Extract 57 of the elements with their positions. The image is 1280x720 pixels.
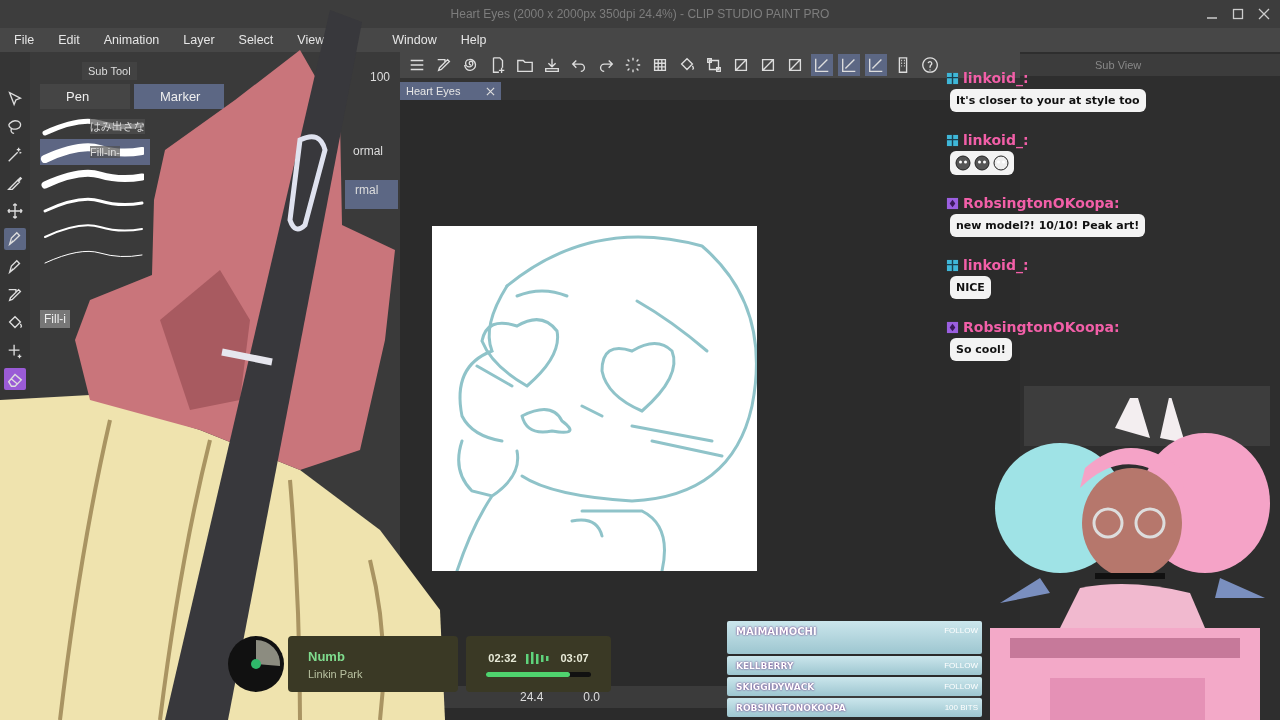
emote-icon xyxy=(974,155,990,171)
emote-icon xyxy=(993,155,1009,171)
menu-item[interactable]: Layer xyxy=(183,33,215,47)
help-icon[interactable] xyxy=(919,54,941,76)
menu-item[interactable]: Select xyxy=(238,33,274,47)
chat-username: linkoid_: xyxy=(963,132,1029,148)
brush-item[interactable]: はみ出さな xyxy=(40,113,150,139)
zoom-value[interactable]: 24.4 xyxy=(520,690,544,704)
follower-name: ROBSINGTONOKOOPA xyxy=(736,702,846,713)
move-icon[interactable] xyxy=(4,200,26,222)
layer-name[interactable]: Fill-i xyxy=(40,310,70,328)
emote-icon xyxy=(955,155,971,171)
panel-tab[interactable]: Sub Tool xyxy=(82,62,137,80)
eraser-icon[interactable] xyxy=(4,368,26,390)
menu-item[interactable]: File xyxy=(14,33,35,47)
opacity-value[interactable]: 100 xyxy=(369,70,390,84)
follower-name: SKIGGIDYWACK xyxy=(736,681,815,692)
brush-category-tab[interactable]: Pen xyxy=(40,84,130,109)
elapsed-time: 02:32 xyxy=(488,651,517,664)
chat-username: RobsingtonOKoopa: xyxy=(963,195,1120,211)
alert-type: FOLLOW xyxy=(944,682,978,691)
ruler-icon[interactable] xyxy=(811,54,833,76)
close-icon[interactable] xyxy=(1258,8,1270,20)
chat-username: linkoid_: xyxy=(963,257,1029,273)
rotation-value[interactable]: 0.0 xyxy=(583,690,601,704)
follower-name: KELLBERRY xyxy=(736,660,794,671)
canvas-tab[interactable]: Heart Eyes xyxy=(400,82,502,100)
ruler-icon[interactable] xyxy=(865,54,887,76)
diamond-badge-icon xyxy=(946,196,959,210)
chat-message: NICE xyxy=(950,276,991,299)
chat-username: linkoid_: xyxy=(963,70,1029,86)
ruler-icon[interactable] xyxy=(838,54,860,76)
song-artist: Linkin Park xyxy=(308,667,364,680)
alert-type: FOLLOW xyxy=(944,626,978,635)
total-time: 03:07 xyxy=(560,651,589,664)
menu-item[interactable]: Animation xyxy=(103,33,160,47)
alert-type: 100 BITS xyxy=(944,703,978,712)
menu-item[interactable]: View xyxy=(297,33,325,47)
brush-category-tab[interactable]: Marker xyxy=(134,84,224,109)
album-art xyxy=(228,636,284,692)
alert-type: FOLLOW xyxy=(944,661,978,670)
follower-name: MAIMAIMOCHI xyxy=(736,626,817,637)
song-title: Numb xyxy=(308,648,346,664)
close-icon[interactable] xyxy=(486,86,496,96)
chat-message: new model?! 10/10! Peak art! xyxy=(950,214,1146,237)
diamond-badge-icon xyxy=(946,320,959,334)
layer-mode-field[interactable]: rmal xyxy=(345,180,399,209)
menu-item[interactable]: Help xyxy=(460,33,487,47)
menu-item[interactable]: Edit xyxy=(58,33,80,47)
chat-username: RobsingtonOKoopa: xyxy=(963,319,1120,335)
window-title: Heart Eyes (2000 x 2000px 350dpi 24.4%) - CLIP STUDIO PAINT PRO xyxy=(450,7,830,21)
blend-mode-label[interactable]: ormal xyxy=(353,144,383,158)
pen-icon[interactable] xyxy=(4,228,26,250)
chat-message: It's closer to your at style too xyxy=(950,89,1146,112)
maximize-icon[interactable] xyxy=(1232,8,1244,20)
menu-item[interactable]: Window xyxy=(392,33,437,47)
chat-message: So cool! xyxy=(950,338,1012,361)
